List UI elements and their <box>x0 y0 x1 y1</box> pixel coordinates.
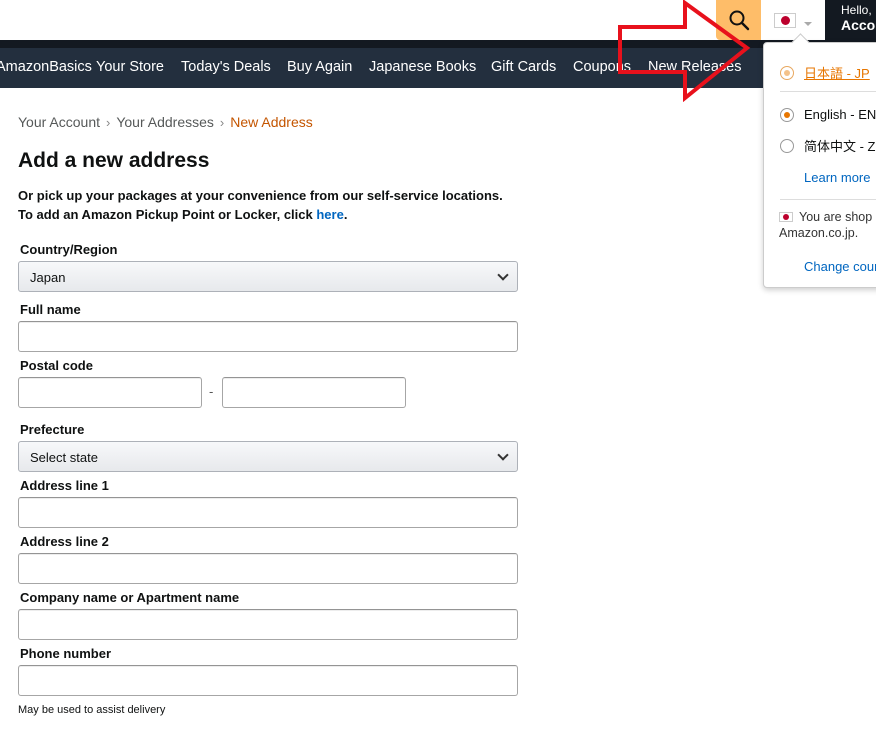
company-input[interactable] <box>18 609 518 640</box>
language-option-en-label: English - EN <box>804 107 876 122</box>
red-arrow-annotation <box>618 0 751 102</box>
nav-item-gift-cards[interactable]: Gift Cards <box>491 59 556 75</box>
address1-input[interactable] <box>18 497 518 528</box>
breadcrumb-your-addresses[interactable]: Your Addresses <box>116 114 214 130</box>
phone-input[interactable] <box>18 665 518 696</box>
breadcrumb-your-account[interactable]: Your Account <box>18 114 100 130</box>
country-label: Country/Region <box>20 242 118 257</box>
language-option-jp-label: 日本語 - JP <box>804 66 870 81</box>
change-country-link[interactable]: Change cour <box>804 259 876 274</box>
chevron-down-icon <box>497 449 509 461</box>
shopping-on-line1: You are shop <box>799 210 873 224</box>
fullname-input[interactable] <box>18 321 518 352</box>
nav-item-amazonbasics[interactable]: AmazonBasics <box>0 59 92 75</box>
japan-flag-icon <box>779 212 793 222</box>
language-option-jp[interactable]: 日本語 - JP <box>780 63 870 82</box>
postal-code-part2-input[interactable] <box>222 377 406 408</box>
pickup-intro-line2: To add an Amazon Pickup Point or Locker,… <box>18 207 313 222</box>
shopping-on-line2: Amazon.co.jp. <box>779 226 859 240</box>
language-option-zh-label: 简体中文 - ZH <box>804 139 876 154</box>
breadcrumb-separator: › <box>106 115 111 130</box>
prefecture-select-value: Select state <box>30 450 98 465</box>
account-label: Acco <box>841 17 876 33</box>
chevron-down-icon <box>497 269 509 281</box>
pickup-here-link[interactable]: here <box>316 207 343 222</box>
breadcrumb-separator: › <box>219 115 225 130</box>
prefecture-label: Prefecture <box>20 422 85 437</box>
language-dropdown: 日本語 - JP English - EN 简体中文 - ZH Learn mo… <box>763 42 876 288</box>
postal-dash: - <box>209 384 214 399</box>
language-selector[interactable] <box>765 0 825 40</box>
page-title: Add a new address <box>18 149 210 172</box>
phone-hint: May be used to assist delivery <box>18 704 166 716</box>
nav-item-buy-again[interactable]: Buy Again <box>287 59 352 75</box>
phone-label: Phone number <box>20 646 112 661</box>
language-option-en[interactable]: English - EN <box>780 107 876 122</box>
address1-label: Address line 1 <box>20 478 109 493</box>
divider <box>780 199 876 200</box>
postal-label: Postal code <box>20 358 93 373</box>
learn-more-link[interactable]: Learn more <box>804 170 870 185</box>
breadcrumb-current: New Address <box>230 114 313 130</box>
japan-flag-icon <box>774 12 796 28</box>
postal-code-part1-input[interactable] <box>18 377 202 408</box>
caret-down-icon <box>804 22 812 26</box>
breadcrumb: Your Account › Your Addresses › New Address <box>18 114 313 130</box>
radio-icon <box>780 65 794 80</box>
pickup-intro-line1: Or pick up your packages at your conveni… <box>18 188 503 203</box>
address2-input[interactable] <box>18 553 518 584</box>
nav-item-japanese-books[interactable]: Japanese Books <box>369 59 476 75</box>
nav-item-your-store[interactable]: Your Store <box>96 59 164 75</box>
fullname-label: Full name <box>20 302 81 317</box>
account-greeting: Hello, <box>841 3 872 17</box>
divider <box>780 91 876 92</box>
radio-icon <box>780 138 794 153</box>
radio-selected-icon <box>780 107 794 122</box>
account-menu[interactable]: Hello, Acco <box>825 0 876 40</box>
country-select-value: Japan <box>30 270 66 285</box>
shopping-on-text: You are shop Amazon.co.jp. <box>779 209 872 241</box>
prefecture-select[interactable]: Select state <box>18 441 518 472</box>
language-option-zh[interactable]: 简体中文 - ZH <box>780 136 876 155</box>
country-select[interactable]: Japan <box>18 261 518 292</box>
nav-item-todays-deals[interactable]: Today's Deals <box>181 59 271 75</box>
address2-label: Address line 2 <box>20 534 109 549</box>
company-label: Company name or Apartment name <box>20 590 240 605</box>
pickup-intro: Or pick up your packages at your conveni… <box>18 188 503 222</box>
